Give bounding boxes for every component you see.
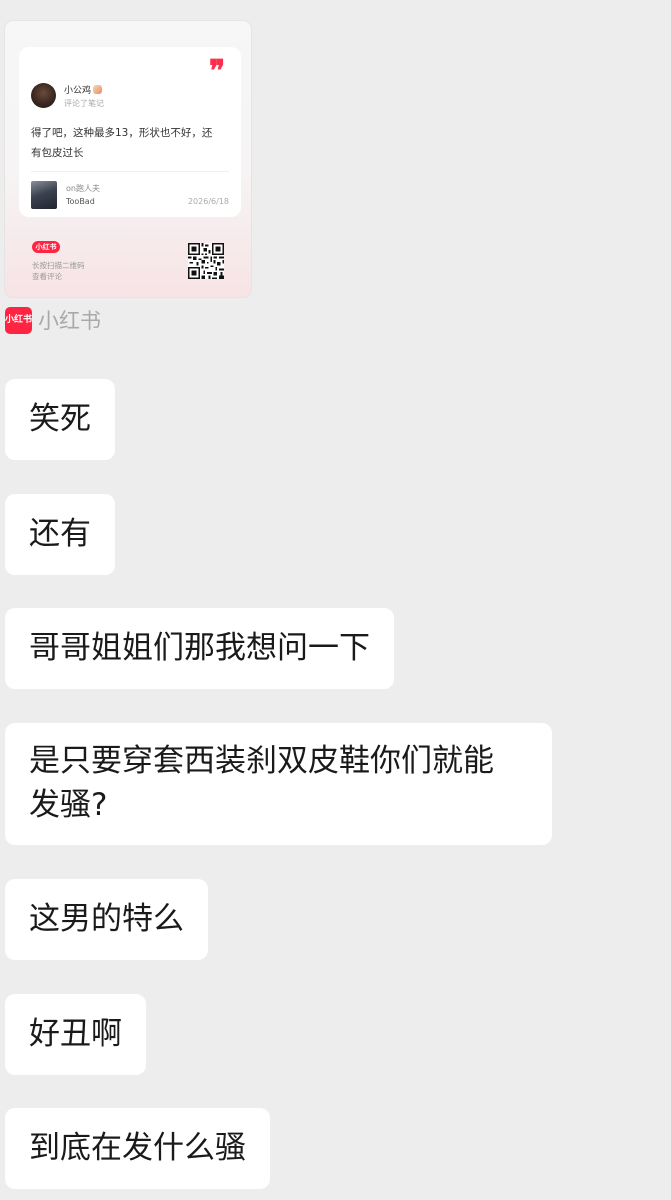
message-line-2: 发骚?: [29, 787, 108, 823]
comment-line-1: 得了吧，这种最多13，形状也不好，还: [31, 127, 213, 139]
message-bubble[interactable]: 到底在发什么骚: [5, 1108, 270, 1189]
message-bubble[interactable]: 还有: [5, 494, 115, 575]
note-title: on跑人夫: [66, 184, 100, 193]
commented-note-label: 评论了笔记: [64, 99, 104, 108]
note-author: TooBad: [66, 197, 95, 206]
message-bubble[interactable]: 好丑啊: [5, 994, 146, 1075]
message-bubble[interactable]: 笑死: [5, 379, 115, 460]
quote-icon: ❞: [209, 54, 226, 89]
xiaohongshu-badge: 小红书: [32, 241, 60, 253]
scan-hint-line-1: 长按扫描二维码: [32, 261, 85, 270]
commenter-avatar: [31, 83, 56, 108]
scan-hint-line-2: 查看评论: [32, 272, 62, 281]
scan-hint: 长按扫描二维码 查看评论: [32, 260, 85, 282]
shared-comment-card[interactable]: ❞ 小公鸡 评论了笔记 得了吧，这种最多13，形状也不好，还 有包皮过长 on跑…: [5, 21, 251, 297]
qr-code-icon: [188, 243, 224, 279]
comment-line-2: 有包皮过长: [31, 147, 84, 159]
comment-card-inner: ❞ 小公鸡 评论了笔记 得了吧，这种最多13，形状也不好，还 有包皮过长 on跑…: [19, 47, 241, 217]
share-source-name: 小红书: [38, 309, 101, 333]
message-bubble[interactable]: 哥哥姐姐们那我想问一下: [5, 608, 394, 689]
message-line-1: 是只要穿套西装刹双皮鞋你们就能: [29, 743, 494, 779]
commenter-name-text: 小公鸡: [64, 86, 92, 96]
message-bubble[interactable]: 这男的特么: [5, 879, 208, 960]
message-bubble[interactable]: 是只要穿套西装刹双皮鞋你们就能 发骚?: [5, 723, 552, 845]
xiaohongshu-logo-icon: 小红书: [5, 306, 32, 334]
note-date: 2026/6/18: [187, 197, 229, 206]
commenter-name: 小公鸡: [64, 83, 103, 96]
note-thumbnail: [31, 181, 57, 209]
rooster-emoji-icon: [93, 85, 103, 94]
comment-text: 得了吧，这种最多13，形状也不好，还 有包皮过长: [31, 123, 231, 163]
share-source-row[interactable]: 小红书 小红书: [5, 306, 101, 334]
card-divider: [31, 171, 229, 172]
